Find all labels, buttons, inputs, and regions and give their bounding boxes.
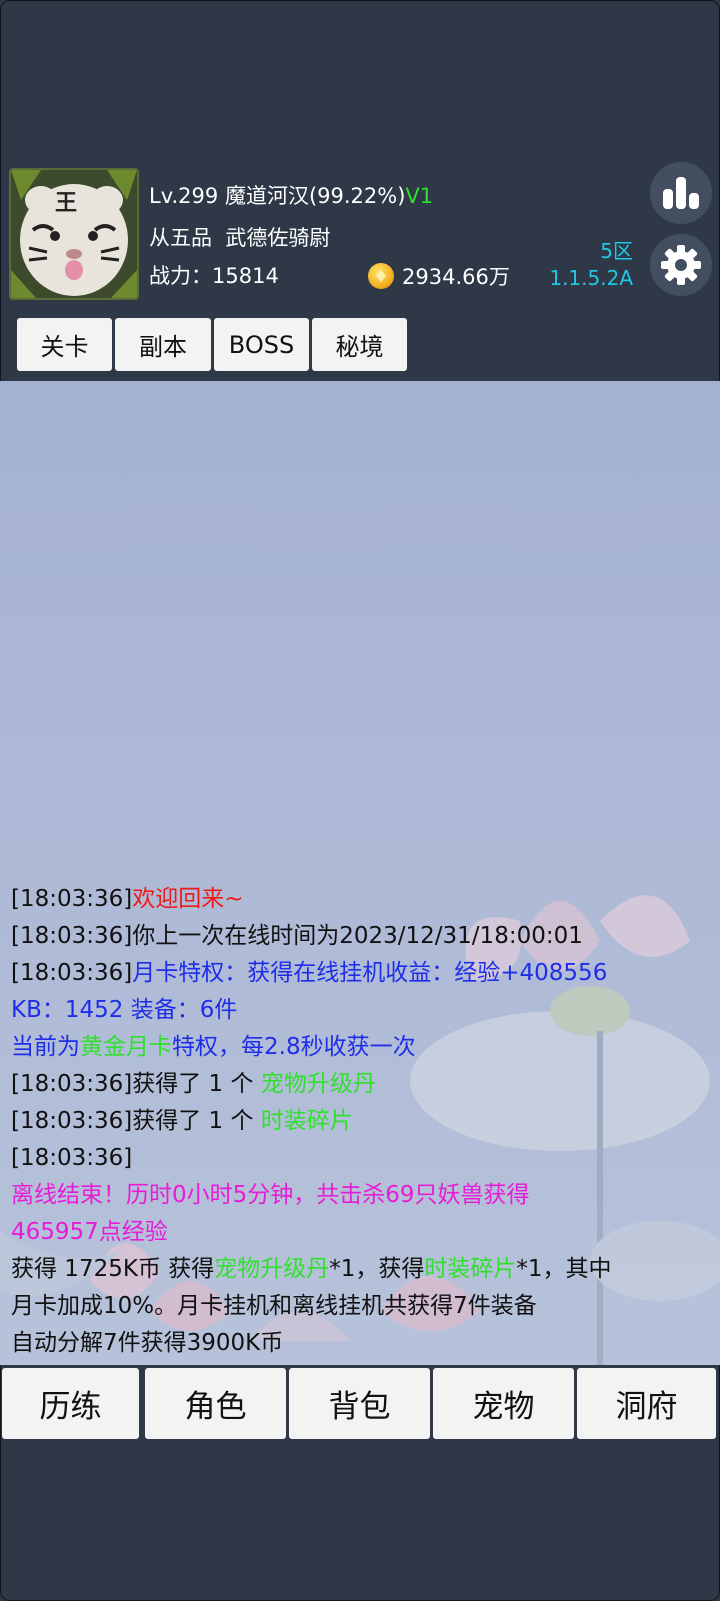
log-segment: 自动分解7件获得3900K币 — [11, 1330, 284, 1356]
gold-amount: 2934.66万 — [402, 265, 510, 289]
log-segment: 黄金月卡 — [80, 1034, 172, 1060]
gold-display: 2934.66万 — [368, 261, 510, 291]
log-line: 离线结束！历时0小时5分钟，共击杀69只妖兽获得 — [11, 1177, 720, 1214]
nav-cave-mansion[interactable]: 洞府 — [577, 1368, 716, 1439]
gear-icon — [661, 245, 701, 285]
log-segment: 月卡特权：获得在线挂机收益：经验+408556 — [132, 960, 608, 986]
nav-character[interactable]: 角色 — [145, 1368, 286, 1439]
log-line: [18:03:36]获得了 1 个 宠物升级丹 — [11, 1066, 720, 1103]
log-line: [18:03:36]月卡特权：获得在线挂机收益：经验+408556 — [11, 955, 720, 992]
tab-boss[interactable]: BOSS — [214, 318, 309, 371]
log-segment: 离线结束！历时0小时5分钟，共击杀69只妖兽获得 — [11, 1182, 530, 1208]
server-zone: 5区 — [600, 239, 633, 263]
log-line: KB：1452 装备：6件 — [11, 992, 720, 1029]
vip-badge: V1 — [405, 184, 434, 208]
log-segment: [18:03:36] — [11, 886, 133, 912]
log-segment: 时装碎片 — [260, 1108, 353, 1134]
log-lines: [18:03:36]欢迎回来~ [18:03:36]你上一次在线时间为2023/1… — [11, 881, 720, 1362]
log-segment: [18:03:36]获得了 1 个 — [11, 1071, 261, 1097]
log-line: 月卡加成10%。月卡挂机和离线挂机共获得7件装备 — [11, 1288, 720, 1325]
log-segment: 宠物升级丹 — [260, 1071, 376, 1097]
coin-icon — [368, 263, 394, 289]
log-segment: 欢迎回来~ — [132, 886, 244, 912]
rank-line: 从五品 武德佐骑尉 — [149, 222, 330, 252]
avatar-forehead-mark: 王 — [55, 191, 77, 216]
log-segment: [18:03:36] — [11, 960, 133, 986]
log-segment: [18:03:36]获得了 1 个 — [11, 1108, 261, 1134]
power-label: 战力： — [149, 264, 212, 288]
avatar[interactable]: 王 — [9, 168, 139, 300]
settings-button[interactable] — [650, 234, 712, 296]
log-line: 自动分解7件获得3900K币 — [11, 1325, 720, 1362]
rank-title: 武德佐骑尉 — [225, 226, 331, 250]
nav-backpack[interactable]: 背包 — [289, 1368, 430, 1439]
stats-icon — [663, 177, 699, 209]
tab-dungeon[interactable]: 副本 — [115, 318, 211, 371]
tiger-cat-avatar-image: 王 — [11, 170, 137, 298]
log-segment: 特权，每2.8秒收获一次 — [172, 1034, 416, 1060]
log-line: 获得 1725K币 获得宠物升级丹*1，获得时装碎片*1，其中 — [11, 1251, 720, 1288]
log-line: 465957点经验 — [11, 1214, 720, 1251]
exp-percent: (99.22%) — [308, 184, 406, 208]
rank-grade: 从五品 — [149, 226, 212, 250]
player-level: Lv.299 — [149, 184, 219, 208]
log-segment: 获得 1725K币 获得 — [11, 1256, 215, 1282]
player-info-line: Lv.299 魔道河汉(99.22%)V1 — [149, 180, 433, 210]
log-segment: 当前为 — [11, 1034, 80, 1060]
log-segment: 465957点经验 — [11, 1219, 168, 1245]
tab-secret-realm[interactable]: 秘境 — [312, 318, 407, 371]
power-line: 战力：15814 — [149, 260, 279, 290]
player-name: 魔道河汉 — [224, 184, 309, 208]
log-line: [18:03:36]你上一次在线时间为2023/12/31/18:00:01 — [11, 918, 720, 955]
tab-stage[interactable]: 关卡 — [17, 318, 112, 371]
log-line: [18:03:36]获得了 1 个 时装碎片 — [11, 1103, 720, 1140]
log-segment: 月卡加成10%。月卡挂机和离线挂机共获得7件装备 — [11, 1293, 537, 1319]
log-line: [18:03:36]欢迎回来~ — [11, 881, 720, 918]
nav-pet[interactable]: 宠物 — [433, 1368, 574, 1439]
stats-button[interactable] — [650, 162, 712, 224]
log-segment: *1，其中 — [516, 1256, 612, 1282]
battle-log-panel[interactable]: [18:03:36]欢迎回来~ [18:03:36]你上一次在线时间为2023/1… — [0, 381, 720, 1365]
log-segment: 时装碎片 — [424, 1256, 517, 1282]
log-segment: 宠物升级丹 — [214, 1256, 330, 1282]
log-segment: [18:03:36]你上一次在线时间为2023/12/31/18:00:01 — [11, 923, 583, 949]
log-segment: KB：1452 装备：6件 — [11, 997, 238, 1023]
version-label: 1.1.5.2A — [549, 266, 633, 290]
log-line: [18:03:36] — [11, 1140, 720, 1177]
nav-training[interactable]: 历练 — [2, 1368, 139, 1439]
log-segment: [18:03:36] — [11, 1145, 133, 1171]
log-line: 当前为黄金月卡特权，每2.8秒收获一次 — [11, 1029, 720, 1066]
power-value: 15814 — [212, 264, 279, 288]
log-segment: *1，获得 — [329, 1256, 425, 1282]
